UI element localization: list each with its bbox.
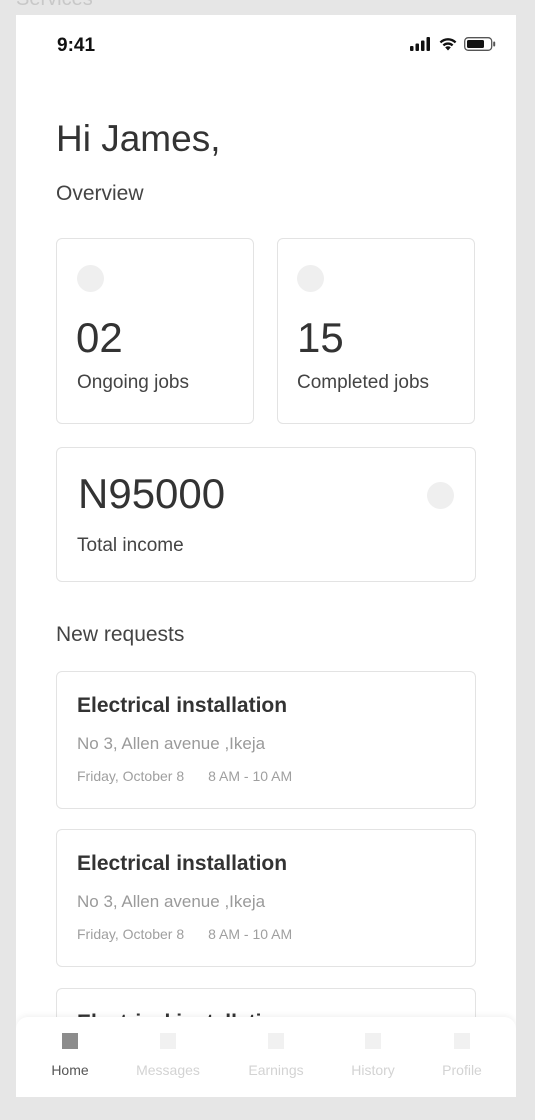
ongoing-jobs-card[interactable]: 02 Ongoing jobs	[56, 238, 254, 424]
greeting-heading: Hi James,	[56, 118, 221, 159]
status-time: 9:41	[57, 35, 96, 56]
request-date: Friday, October 8	[77, 926, 185, 942]
ongoing-jobs-icon	[77, 265, 104, 292]
total-income-card[interactable]: N95000 Total income	[56, 447, 476, 582]
cellular-signal-icon	[410, 37, 432, 56]
ongoing-jobs-label: Ongoing jobs	[77, 372, 189, 393]
request-title: Electrical installation	[77, 852, 288, 875]
battery-icon	[464, 37, 496, 56]
completed-jobs-icon	[297, 265, 324, 292]
overview-label: Overview	[56, 182, 144, 205]
tab-home-label: Home	[51, 1062, 89, 1078]
status-bar: 9:41	[16, 15, 516, 75]
phone-screen: 9:41 Hi James, Overview 02 Ongoing jobs …	[16, 15, 516, 1097]
completed-jobs-label: Completed jobs	[297, 372, 430, 393]
total-income-amount: N95000	[78, 470, 226, 517]
tab-profile-label: Profile	[442, 1062, 482, 1078]
profile-icon	[454, 1033, 470, 1049]
ongoing-jobs-count: 02	[76, 314, 123, 361]
history-icon	[365, 1033, 381, 1049]
request-title: Electrical installation	[77, 694, 288, 717]
wifi-icon	[438, 37, 458, 56]
completed-jobs-card[interactable]: 15 Completed jobs	[277, 238, 475, 424]
request-time: 8 AM - 10 AM	[208, 926, 293, 942]
home-icon	[62, 1033, 78, 1049]
tab-earnings[interactable]: Earnings	[236, 1033, 316, 1078]
request-address: No 3, Allen avenue ,Ikeja	[77, 892, 266, 911]
new-requests-title: New requests	[56, 623, 185, 646]
tab-home[interactable]: Home	[30, 1033, 110, 1078]
tab-profile[interactable]: Profile	[422, 1033, 502, 1078]
tab-earnings-label: Earnings	[248, 1062, 304, 1078]
bottom-tab-bar: Home Messages Earnings History Profile	[16, 1017, 516, 1097]
status-icons	[410, 37, 496, 56]
messages-icon	[160, 1033, 176, 1049]
request-schedule: Friday, October 8 8 AM - 10 AM	[77, 768, 292, 784]
request-schedule: Friday, October 8 8 AM - 10 AM	[77, 926, 292, 942]
tab-history[interactable]: History	[333, 1033, 413, 1078]
request-date: Friday, October 8	[77, 768, 185, 784]
request-time: 8 AM - 10 AM	[208, 768, 293, 784]
total-income-label: Total income	[77, 535, 184, 556]
earnings-icon	[268, 1033, 284, 1049]
request-address: No 3, Allen avenue ,Ikeja	[77, 734, 266, 753]
request-card[interactable]: Electrical installation No 3, Allen aven…	[56, 671, 476, 809]
total-income-icon	[427, 482, 454, 509]
tab-messages-label: Messages	[136, 1062, 200, 1078]
request-card[interactable]: Electrical installation No 3, Allen aven…	[56, 829, 476, 967]
frame-label: Services	[16, 0, 93, 11]
tab-history-label: History	[351, 1062, 395, 1078]
completed-jobs-count: 15	[297, 314, 344, 361]
tab-messages[interactable]: Messages	[128, 1033, 208, 1078]
